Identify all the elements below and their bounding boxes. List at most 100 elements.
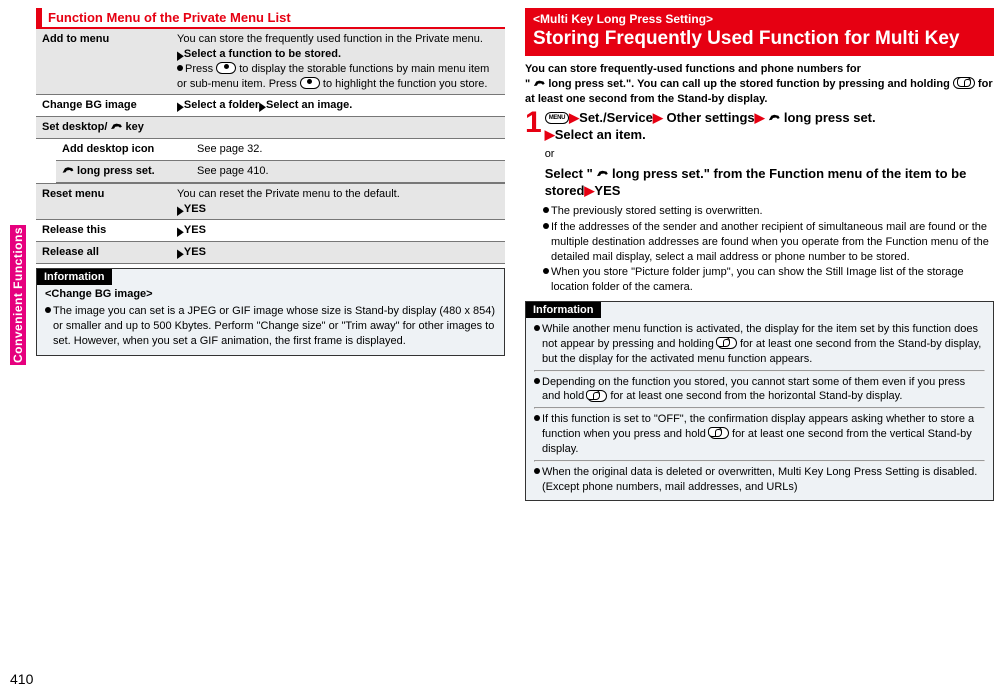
table-row: Change BG image ▶Select a folder▶Select …: [36, 95, 505, 117]
row-label: long press set.: [56, 160, 191, 182]
info-text: The image you can set is a JPEG or GIF i…: [45, 304, 496, 349]
right-column: <Multi Key Long Press Setting> Storing F…: [525, 8, 994, 501]
text: Select a function to be stored.: [184, 48, 341, 60]
info-label: Information: [37, 269, 112, 285]
function-menu-table: Add to menu You can store the frequently…: [36, 29, 505, 264]
divider: [534, 407, 985, 409]
multi-key-icon: [717, 337, 737, 349]
row-label: Release this: [36, 220, 171, 242]
text: long press set.". You can call up the st…: [545, 78, 953, 90]
row-content: See page 32.: [191, 139, 505, 160]
multi-key-icon: [709, 427, 729, 439]
information-box: Information While another menu function …: [525, 301, 994, 501]
bullet-icon: [534, 325, 540, 331]
section-title: Function Menu of the Private Menu List: [36, 8, 297, 27]
row-content: You can reset the Private menu to the de…: [171, 183, 505, 220]
text: You can store the frequently used functi…: [177, 33, 483, 45]
phone-key-icon: [533, 79, 545, 88]
text: Other settings: [663, 110, 755, 125]
arrow-icon: ▶: [569, 110, 579, 125]
info-text: While another menu function is activated…: [534, 322, 985, 367]
step-1: 1 MENU▶Set./Service▶ Other settings▶ lon…: [525, 109, 994, 200]
menu-key-icon: MENU: [545, 112, 569, 124]
text: Press: [185, 63, 216, 75]
multi-key-icon: [953, 77, 975, 89]
arrow-icon: ▶: [653, 110, 663, 125]
text: Set desktop/: [42, 121, 110, 133]
header-subtitle: <Multi Key Long Press Setting>: [533, 12, 986, 26]
nav-key-icon: [300, 77, 320, 89]
info-text: If this function is set to "OFF", the co…: [534, 412, 985, 457]
arrow-icon: ▶: [177, 204, 184, 217]
red-header: <Multi Key Long Press Setting> Storing F…: [525, 8, 994, 56]
table-row: Reset menu You can reset the Private men…: [36, 183, 505, 220]
phone-key-icon: [62, 166, 74, 175]
text: You can store frequently-used functions …: [525, 63, 861, 75]
divider: [534, 460, 985, 462]
text: Select ": [545, 166, 597, 181]
section-title-bar: Function Menu of the Private Menu List: [36, 8, 505, 29]
bullet-icon: [543, 268, 549, 274]
row-content: ▶YES: [171, 220, 505, 242]
info-heading: <Change BG image>: [45, 287, 496, 302]
nav-key-icon: [216, 62, 236, 74]
row-label: Change BG image: [36, 95, 171, 117]
arrow-icon: ▶: [177, 49, 184, 62]
left-column: Function Menu of the Private Menu List A…: [36, 8, 505, 501]
info-text: Depending on the function you stored, yo…: [534, 375, 985, 405]
arrow-icon: ▶: [545, 127, 555, 142]
text: The previously stored setting is overwri…: [551, 205, 763, 217]
text: You can reset the Private menu to the de…: [177, 188, 400, 200]
bullet-icon: [45, 307, 51, 313]
bullet-icon: [177, 65, 183, 71]
side-tab: Convenient Functions: [10, 225, 26, 365]
info-text: When the original data is deleted or ove…: [534, 465, 985, 495]
text: If the addresses of the sender and anoth…: [551, 221, 989, 263]
text: long press set.: [780, 110, 875, 125]
text: or: [545, 147, 994, 162]
table-row: Release this ▶YES: [36, 220, 505, 242]
arrow-icon: ▶: [177, 101, 184, 114]
arrow-icon: ▶: [177, 226, 184, 239]
text: Select an item.: [555, 127, 646, 142]
table-row: Release all ▶YES: [36, 242, 505, 264]
text: Select a folder: [184, 99, 259, 111]
arrow-icon: ▶: [584, 183, 594, 198]
text: long press set.: [74, 165, 155, 177]
multi-key-icon: [587, 390, 607, 402]
text: YES: [184, 246, 206, 258]
bullet-icon: [543, 223, 549, 229]
row-content: ▶YES: [171, 242, 505, 264]
header-title: Storing Frequently Used Function for Mul…: [533, 28, 986, 50]
text: ": [525, 78, 533, 90]
table-row: Add desktop icon See page 32. long press…: [36, 139, 505, 184]
body-text: You can store frequently-used functions …: [525, 56, 994, 295]
text: key: [122, 121, 143, 133]
table-row: Set desktop/ key: [36, 117, 505, 139]
text: YES: [184, 203, 206, 215]
bullet-icon: [534, 415, 540, 421]
phone-key-icon: [768, 113, 780, 122]
bullet-icon: [534, 468, 540, 474]
row-label: Set desktop/ key: [36, 117, 505, 139]
row-content: You can store the frequently used functi…: [171, 29, 505, 95]
table-row: Add to menu You can store the frequently…: [36, 29, 505, 95]
text: Set./Service: [579, 110, 653, 125]
bullet-list: The previously stored setting is overwri…: [525, 204, 994, 295]
text: YES: [594, 183, 620, 198]
row-label: Add to menu: [36, 29, 171, 95]
row-label: Reset menu: [36, 183, 171, 220]
info-label: Information: [526, 302, 601, 318]
bullet-icon: [543, 207, 549, 213]
arrow-icon: ▶: [259, 101, 266, 114]
row-label: Add desktop icon: [56, 139, 191, 160]
page-number: 410: [10, 671, 33, 687]
divider: [534, 370, 985, 372]
phone-key-icon: [596, 169, 608, 178]
arrow-icon: ▶: [177, 248, 184, 261]
text: When you store "Picture folder jump", yo…: [551, 266, 964, 293]
text: YES: [184, 224, 206, 236]
arrow-icon: ▶: [755, 110, 765, 125]
text: Select an image.: [266, 99, 352, 111]
bullet-icon: [534, 378, 540, 384]
